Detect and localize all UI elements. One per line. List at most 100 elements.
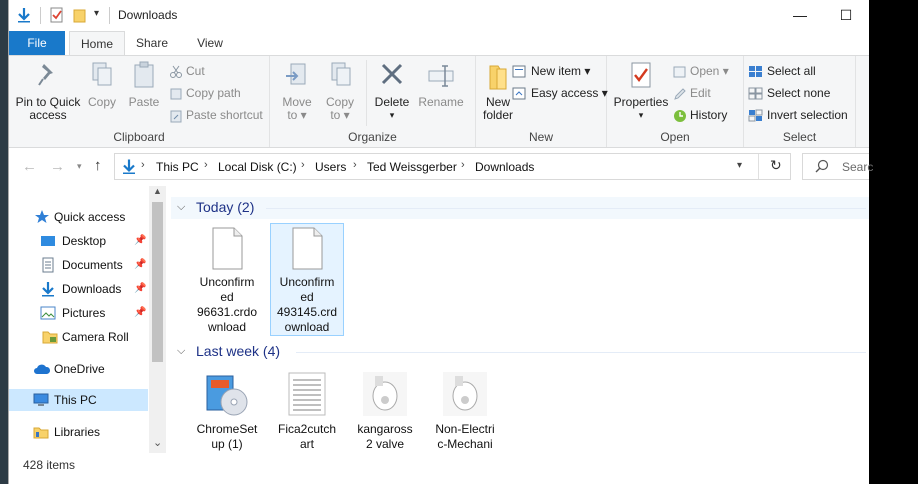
easy-access-button[interactable]: Easy access ▾ [512, 83, 608, 103]
group-header-today[interactable]: ⌵ Today (2) [171, 197, 869, 219]
tab-share[interactable]: Share [131, 31, 173, 55]
properties-check-icon[interactable] [49, 7, 65, 23]
pin-icon[interactable]: 📌 [134, 302, 146, 324]
nav-item-libraries[interactable]: Libraries [9, 421, 149, 443]
file-item[interactable]: kangaross 2 valve [348, 367, 422, 453]
new-folder-button[interactable]: New folder [480, 60, 516, 122]
libraries-icon [33, 424, 49, 440]
address-history-chevron-icon[interactable]: ▾ [737, 160, 742, 171]
open-button[interactable]: Open ▾ [673, 61, 729, 81]
breadcrumb-user[interactable]: Ted Weissgerber [367, 160, 457, 174]
breadcrumb-this-pc[interactable]: This PC [156, 160, 199, 174]
nav-label: Downloads [62, 282, 122, 296]
copy-to-button[interactable]: Copy to ▾ [323, 60, 357, 122]
nav-item-this-pc[interactable]: This PC [9, 389, 148, 411]
installer-disc-icon [206, 375, 248, 416]
breadcrumb-users[interactable]: Users [315, 160, 346, 174]
file-item[interactable]: Non-Electri c-Mechani [428, 367, 502, 453]
down-arrow-icon[interactable] [16, 7, 32, 23]
scrollbar-thumb[interactable] [152, 202, 163, 362]
scroll-up-arrow-icon[interactable]: ▲ [153, 186, 162, 196]
nav-item-desktop[interactable]: Desktop 📌 [9, 230, 149, 252]
file-name-line: wnload [207, 320, 247, 334]
nav-item-quick-access[interactable]: Quick access [9, 206, 149, 228]
scroll-down-chevron-icon[interactable]: ⌄ [153, 436, 162, 449]
new-folder-quick-icon[interactable] [72, 7, 88, 23]
group-header-label: Last week (4) [196, 343, 281, 359]
pin-to-quick-access-button[interactable]: Pin to Quick access [13, 60, 83, 122]
easy-access-label: Easy access [531, 86, 599, 100]
address-bar[interactable]: › This PC › Local Disk (C:) › Users › Te… [114, 153, 791, 180]
paste-shortcut-button[interactable]: Paste shortcut [169, 105, 263, 125]
copy-path-icon [170, 88, 182, 100]
nav-item-documents[interactable]: Documents 📌 [9, 254, 149, 276]
file-item[interactable]: Unconfirm ed 96631.crdo wnload [190, 224, 264, 336]
file-item[interactable]: Unconfirm ed 493145.crd ownload [270, 223, 344, 336]
select-none-icon [748, 87, 763, 100]
tab-file[interactable]: File [9, 31, 65, 55]
delete-button[interactable]: Delete ▾ [372, 60, 412, 122]
copy-button[interactable]: Copy [85, 60, 119, 109]
tab-view[interactable]: View [189, 31, 231, 55]
move-to-label-2-text: to [287, 108, 298, 122]
new-item-button[interactable]: New item ▾ [512, 61, 590, 81]
forward-arrow-icon[interactable]: → [50, 158, 65, 175]
rename-button[interactable]: Rename [417, 60, 465, 109]
refresh-icon[interactable]: ↻ [770, 157, 782, 174]
nav-item-pictures[interactable]: Pictures 📌 [9, 302, 149, 324]
pin-icon[interactable]: 📌 [134, 230, 146, 252]
nav-item-onedrive[interactable]: OneDrive [9, 358, 149, 380]
nav-item-downloads[interactable]: Downloads 📌 [9, 278, 149, 300]
collapse-chevron-icon[interactable]: ⌵ [177, 345, 185, 358]
invert-selection-button[interactable]: Invert selection [748, 105, 848, 125]
cut-button[interactable]: Cut [169, 61, 205, 81]
file-item[interactable]: Fica2cutch art [270, 367, 344, 453]
nav-label: Libraries [54, 425, 101, 439]
properties-chevron-icon[interactable]: ▾ [613, 109, 669, 122]
up-arrow-icon[interactable]: ↑ [94, 157, 102, 174]
edit-button[interactable]: Edit [673, 83, 711, 103]
minimize-button[interactable]: — [777, 0, 823, 31]
select-all-button[interactable]: Select all [748, 61, 816, 81]
breadcrumb-separator[interactable]: › [353, 159, 357, 171]
documents-icon [40, 257, 56, 273]
select-none-button[interactable]: Select none [748, 83, 830, 103]
tab-home[interactable]: Home [69, 31, 125, 55]
paste-button[interactable]: Paste [125, 60, 163, 109]
breadcrumb-separator[interactable]: › [301, 159, 305, 171]
file-name-line: 493145.crd [276, 305, 338, 319]
search-box[interactable]: Searc [802, 153, 873, 180]
breadcrumb-separator[interactable]: › [461, 159, 465, 171]
breadcrumb-downloads[interactable]: Downloads [475, 160, 534, 174]
maximize-button[interactable]: ☐ [823, 0, 869, 31]
breadcrumb-local-disk[interactable]: Local Disk (C:) [218, 160, 297, 174]
collapse-chevron-icon[interactable]: ⌵ [177, 201, 185, 214]
pictures-icon [40, 305, 56, 321]
file-name-line: 2 valve [365, 437, 405, 451]
copy-path-button[interactable]: Copy path [169, 83, 241, 103]
paste-label: Paste [128, 95, 160, 109]
file-item[interactable]: ChromeSet up (1) [190, 367, 264, 453]
pin-icon[interactable]: 📌 [134, 278, 146, 300]
recent-locations-chevron-icon[interactable]: ▾ [77, 161, 82, 172]
move-to-button[interactable]: Move to ▾ [280, 60, 314, 122]
image-thumbnail-icon [363, 372, 407, 416]
history-button[interactable]: History [673, 105, 727, 125]
file-name-line: Non-Electri [435, 422, 495, 436]
file-name-line: Unconfirm [279, 275, 335, 289]
customize-toolbar-chevron-icon[interactable]: ▾ [94, 8, 99, 19]
easy-access-icon [512, 87, 526, 100]
breadcrumb-separator[interactable]: › [141, 159, 145, 171]
item-count: 428 items [23, 458, 76, 472]
new-item-label: New item [531, 64, 582, 78]
back-arrow-icon[interactable]: ← [22, 158, 37, 175]
pin-icon[interactable]: 📌 [134, 254, 146, 276]
nav-item-camera-roll[interactable]: Camera Roll [9, 326, 149, 348]
select-all-icon [749, 65, 762, 77]
delete-chevron-icon[interactable]: ▾ [372, 109, 412, 122]
breadcrumb-separator[interactable]: › [204, 159, 208, 171]
select-all-label: Select all [767, 64, 816, 78]
properties-button[interactable]: Properties ▾ [613, 60, 669, 122]
navigation-pane-scrollbar[interactable]: ▲ ⌄ [149, 186, 166, 453]
group-header-last-week[interactable]: ⌵ Last week (4) [171, 341, 869, 363]
